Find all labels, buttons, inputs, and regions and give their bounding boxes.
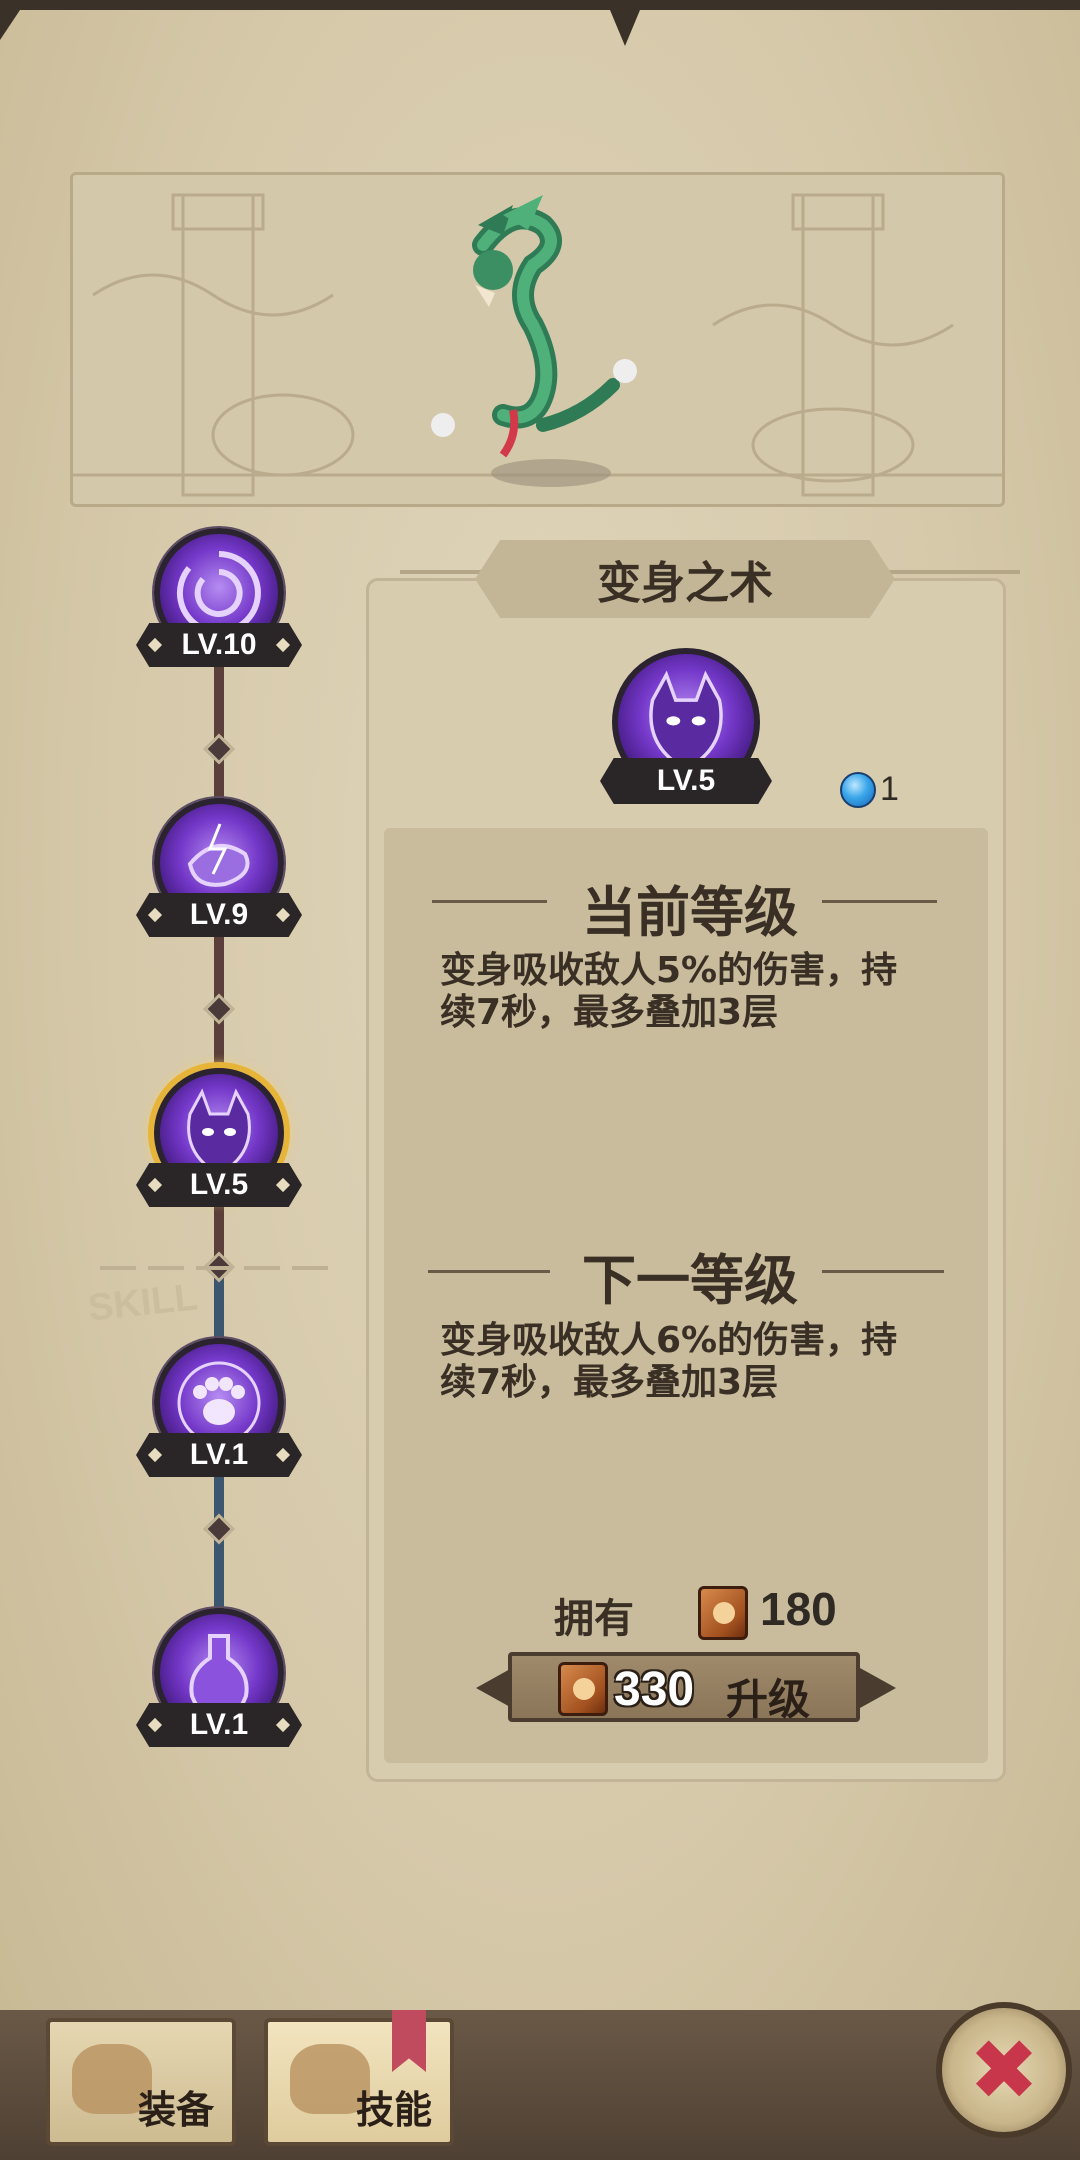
skill-node-lv10[interactable]: LV.10	[136, 528, 302, 678]
node-level-badge: LV.10	[136, 623, 302, 667]
banner-ornament	[870, 570, 1020, 574]
node-level-badge: LV.9	[136, 893, 302, 937]
upgrade-button[interactable]: 330 升级	[508, 1652, 860, 1724]
skill-node-lv5-selected[interactable]: LV.5	[136, 1068, 302, 1218]
skill-level-badge: LV.5	[600, 758, 772, 804]
next-level-heading: 下一等级	[582, 1249, 798, 1312]
node-level-badge: LV.1	[136, 1433, 302, 1477]
owned-count: 180	[760, 1583, 837, 1635]
hero-preview-panel	[70, 172, 1005, 507]
skill-node-lv1-paw[interactable]: LV.1	[136, 1338, 302, 1488]
skill-node-lv9[interactable]: LV.9	[136, 798, 302, 948]
skill-divider	[100, 1266, 340, 1270]
next-level-description: 变身吸收敌人6%的伤害，持续7秒，最多叠加3层	[440, 1320, 898, 1403]
selected-skill-icon: LV.5	[600, 648, 772, 804]
skill-title: 变身之术	[475, 540, 895, 618]
gem-count: 1	[880, 770, 899, 808]
current-level-description: 变身吸收敌人5%的伤害，持续7秒，最多叠加3层	[440, 950, 898, 1033]
tab-equipment[interactable]: 装备	[46, 2018, 236, 2146]
paw-book-icon	[558, 1662, 608, 1716]
close-button[interactable]: ✖	[936, 2002, 1072, 2138]
paw-book-icon	[698, 1586, 748, 1640]
node-level-badge: LV.5	[136, 1163, 302, 1207]
blue-gem-icon	[840, 772, 876, 808]
owned-label: 拥有	[554, 1596, 634, 1642]
top-border	[0, 0, 1080, 60]
close-icon: ✖	[968, 2021, 1040, 2119]
upgrade-cost: 330	[614, 1663, 695, 1716]
upgrade-label: 升级	[726, 1675, 811, 1724]
tab-label: 技能	[355, 2088, 432, 2132]
skill-node-lv1-flask[interactable]: LV.1	[136, 1608, 302, 1758]
node-level-badge: LV.1	[136, 1703, 302, 1747]
tab-label: 装备	[137, 2088, 214, 2132]
current-level-heading: 当前等级	[582, 881, 798, 944]
